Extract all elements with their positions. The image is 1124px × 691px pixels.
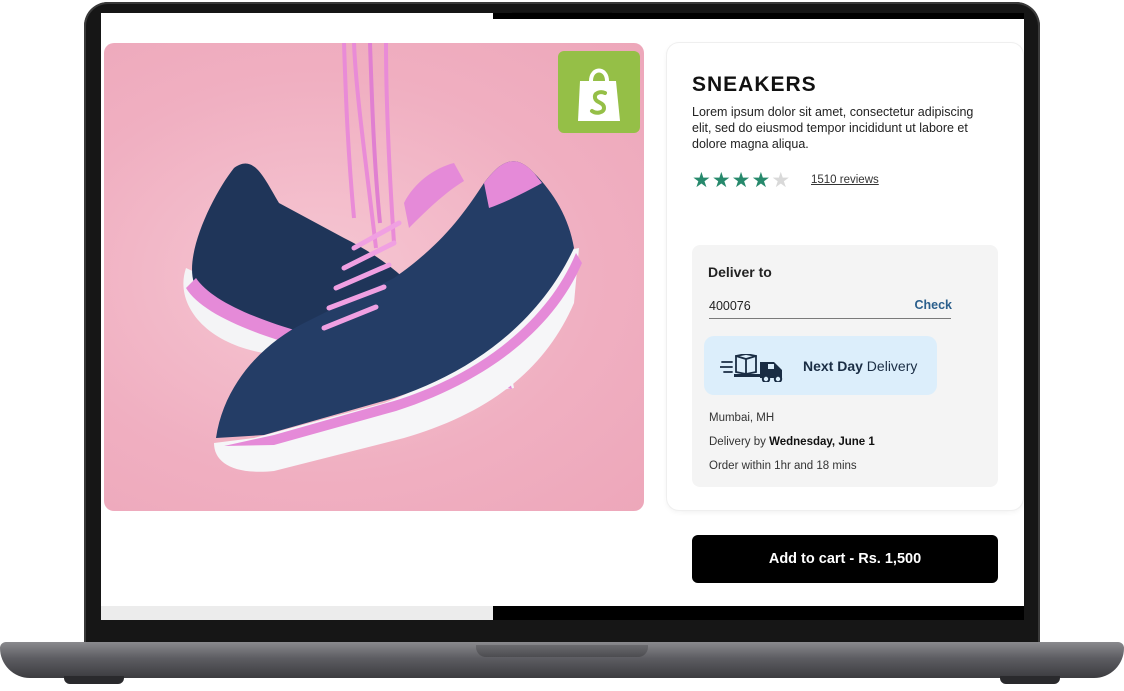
star-empty-icon: ★: [771, 169, 792, 192]
product-image: [104, 43, 644, 511]
star-icon: ★: [731, 169, 752, 192]
laptop-foot: [64, 676, 124, 684]
delivery-word: Delivery: [862, 358, 918, 374]
screen-bottom-bar: [101, 606, 493, 620]
laptop-foot: [1000, 676, 1060, 684]
screen-edge: [493, 13, 1024, 19]
delivery-panel: Deliver to 400076 Check Next Day Deliver…: [692, 245, 998, 487]
delivery-by-text: Delivery by Wednesday, June 1: [709, 436, 875, 448]
check-button[interactable]: Check: [914, 298, 952, 312]
product-description: Lorem ipsum dolor sit amet, consectetur …: [692, 105, 974, 151]
laptop-screen: SNEAKERS Lorem ipsum dolor sit amet, con…: [101, 13, 1024, 620]
rating-stars: ★★★★★: [692, 168, 791, 193]
reviews-link[interactable]: 1510 reviews: [811, 174, 879, 186]
delivery-truck-icon: [720, 354, 783, 382]
star-icon: ★: [711, 169, 732, 192]
laptop-opening-notch: [476, 645, 648, 657]
shopify-bag-icon: [578, 68, 620, 121]
next-day-label: Next Day Delivery: [803, 358, 917, 374]
order-within-text: Order within 1hr and 18 mins: [709, 460, 857, 472]
screen-bottom-edge: [493, 606, 1024, 620]
pincode-input[interactable]: 400076: [709, 299, 751, 313]
next-day-bold: Next Day: [803, 358, 863, 374]
star-icon: ★: [692, 169, 712, 192]
pincode-underline: [709, 318, 951, 319]
delivery-by-prefix: Delivery by: [709, 436, 770, 448]
star-icon: ★: [751, 169, 772, 192]
product-title: SNEAKERS: [692, 73, 817, 96]
add-to-cart-button[interactable]: Add to cart - Rs. 1,500: [692, 535, 998, 583]
shopify-badge: [558, 51, 640, 133]
delivery-date: Wednesday, June 1: [769, 436, 875, 448]
next-day-delivery-badge: Next Day Delivery: [704, 336, 937, 395]
product-info-card: SNEAKERS Lorem ipsum dolor sit amet, con…: [667, 43, 1023, 510]
delivery-city: Mumbai, MH: [709, 412, 775, 424]
deliver-to-heading: Deliver to: [708, 264, 772, 280]
